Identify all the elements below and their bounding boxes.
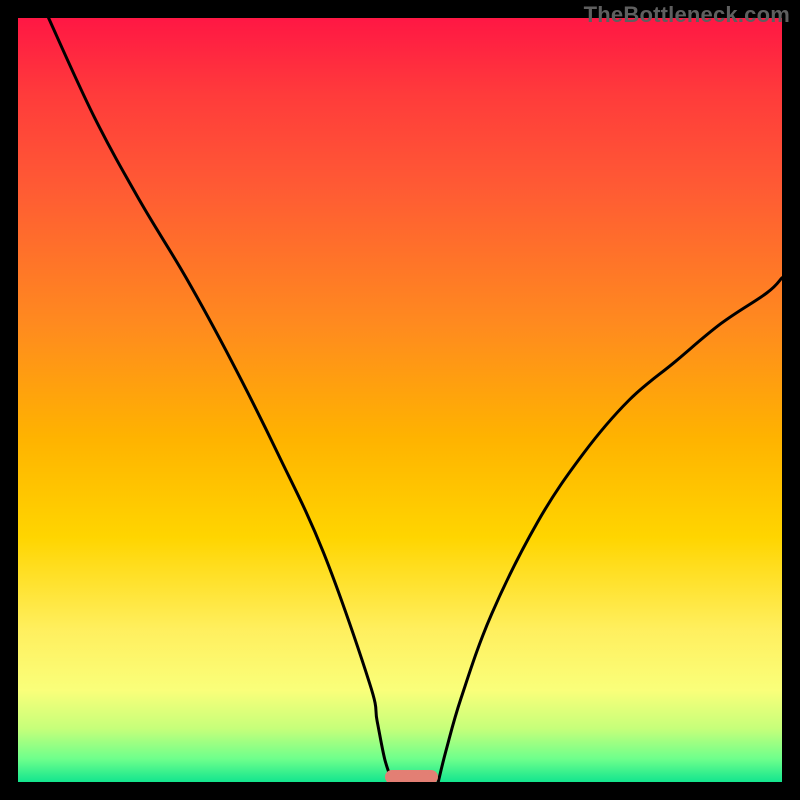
bottleneck-curve [18,18,782,782]
plot-area [18,18,782,782]
curve-right-arm [438,278,782,782]
optimal-marker [385,770,438,782]
attribution-text: TheBottleneck.com [584,2,790,28]
curve-left-arm [49,18,393,782]
chart-frame: TheBottleneck.com [0,0,800,800]
